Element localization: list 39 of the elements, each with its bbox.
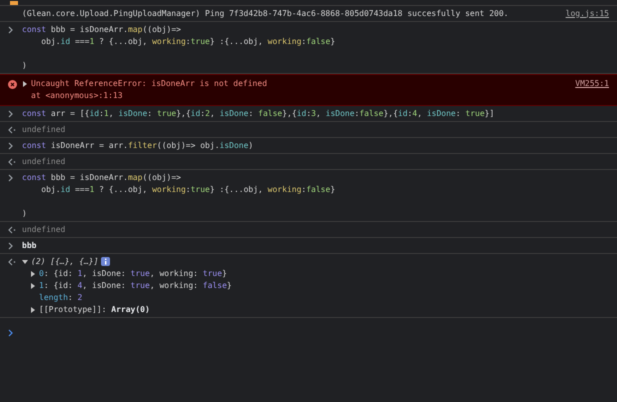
code-line: const bbb = isDoneArr.map((obj)=> [22, 172, 182, 184]
expand-triangle-icon[interactable] [30, 282, 36, 288]
source-link[interactable]: log.js:15 [566, 8, 609, 20]
property-line: [[Prototype]]: Array(0) [39, 304, 150, 316]
log-message: (Glean.core.Upload.PingUploadManager) Ping 7f3d42b8-747b-4ac6-8868-805d0743da18 succesfully sent 200. [22, 8, 510, 20]
result-value: undefined [22, 224, 66, 236]
code-line: obj.id ===1 ? {...obj, working:true} :{...obj, working:false} [40, 184, 336, 196]
prompt-chevron-icon [8, 142, 14, 150]
prompt-chevron-icon [8, 242, 14, 250]
property-line: length: 2 [39, 292, 82, 304]
array-preview: (2) [{…}, {…}] [31, 256, 98, 268]
code-line: ) [22, 60, 28, 72]
result-value: undefined [22, 124, 66, 136]
prompt-chevron-icon [8, 174, 14, 182]
expand-triangle-icon[interactable] [30, 270, 36, 276]
prompt-chevron-icon [8, 26, 14, 34]
info-icon[interactable] [101, 257, 110, 266]
expand-triangle-icon[interactable] [22, 258, 28, 264]
error-icon [8, 80, 17, 89]
source-link[interactable]: VM255:1 [575, 78, 609, 90]
expand-triangle-icon[interactable] [30, 306, 36, 312]
result-arrow-icon [8, 158, 16, 166]
property-line: 1: {id: 4, isDone: true, working: false} [39, 280, 232, 292]
result-arrow-icon [8, 226, 16, 234]
property-line: 0: {id: 1, isDone: true, working: true} [39, 268, 227, 280]
result-arrow-icon [8, 258, 16, 266]
prompt-chevron-icon [8, 110, 14, 118]
result-arrow-icon [8, 126, 16, 134]
prompt-chevron-icon [8, 329, 14, 337]
code-line: const isDoneArr = arr.filter((obj)=> obj.isDone) [22, 140, 254, 152]
code-line: ) [22, 208, 28, 220]
code-line: bbb [22, 240, 38, 252]
code-line: obj.id ===1 ? {...obj, working:true} :{...obj, working:false} [40, 36, 336, 48]
code-line: const arr = [{id:1, isDone: true},{id:2, isDone: false},{id:3, isDone:false},{id:4, isDone: true}] [22, 108, 496, 120]
code-line: const bbb = isDoneArr.map((obj)=> [22, 24, 182, 36]
error-stack-line: at <anonymous>:1:13 [31, 90, 123, 102]
result-value: undefined [22, 156, 66, 168]
error-message: Uncaught ReferenceError: isDoneArr is not defined [31, 78, 268, 90]
expand-triangle-icon[interactable] [22, 81, 28, 87]
